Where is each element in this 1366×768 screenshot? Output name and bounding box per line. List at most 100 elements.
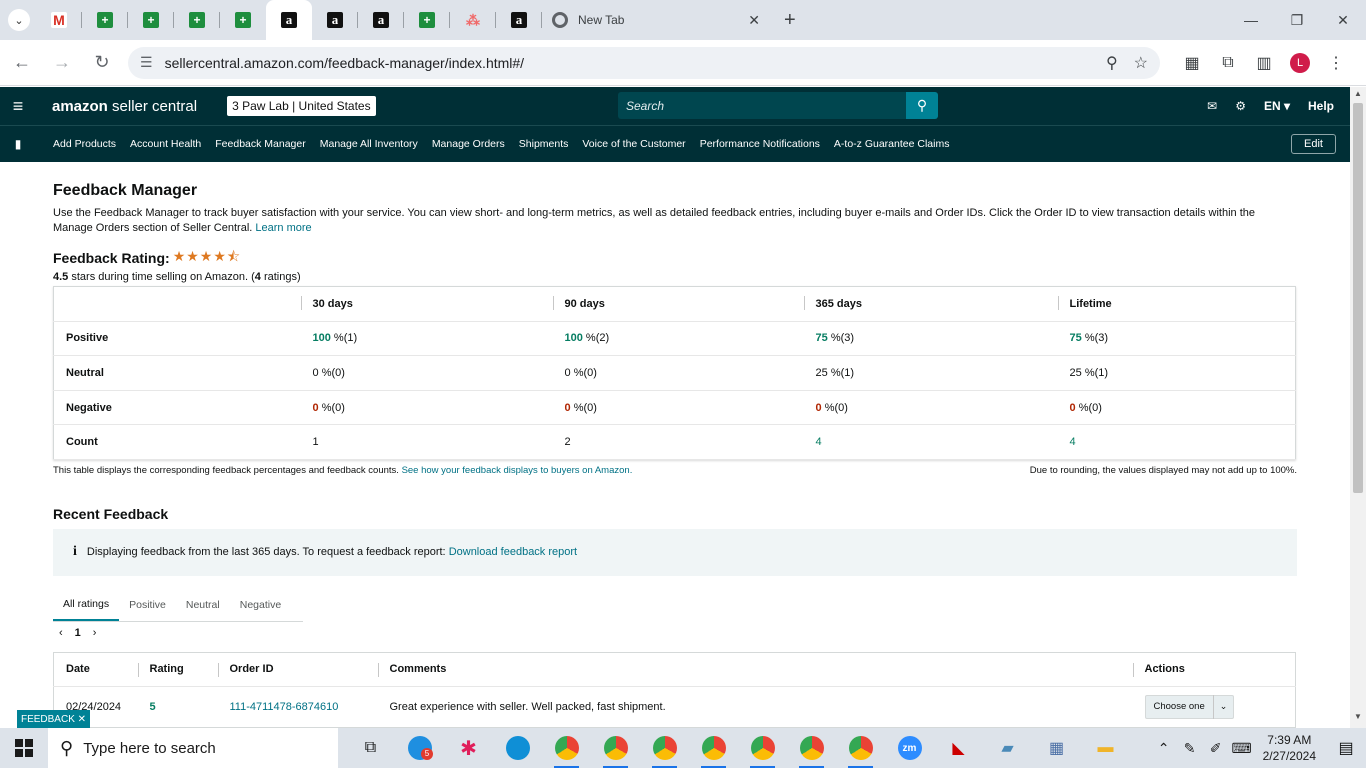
hamburger-menu-icon[interactable]: ≡ [0, 96, 36, 117]
stylus-icon[interactable]: ✐ [1203, 740, 1229, 757]
nav-item-performance-notifications[interactable]: Performance Notifications [700, 138, 820, 150]
seller-nav-bar: ▮ Add Products Account Health Feedback Man… [0, 125, 1350, 162]
edge-icon[interactable] [493, 728, 542, 768]
extensions-icon[interactable]: ⧉ [1210, 45, 1246, 81]
app-icon[interactable]: ◣ [934, 728, 983, 768]
feedback-button[interactable]: FEEDBACK ✕ [17, 710, 90, 728]
nav-item-add-products[interactable]: Add Products [53, 138, 116, 150]
task-view-icon[interactable]: ⧉ [346, 728, 395, 768]
store-selector[interactable]: 3 Paw Lab | United States [227, 96, 376, 116]
tab-neutral[interactable]: Neutral [176, 588, 230, 621]
browser-tab[interactable]: ⁂ [450, 0, 496, 40]
clock[interactable]: 7:39 AM 2/27/2024 [1263, 732, 1316, 764]
help-link[interactable]: Help [1308, 99, 1334, 113]
keyboard-icon[interactable]: ⌨ [1229, 740, 1255, 757]
restore-icon[interactable]: ❐ [1274, 0, 1320, 40]
mail-icon[interactable]: ✉ [1207, 99, 1217, 113]
chrome-profile-icon[interactable] [640, 728, 689, 768]
chrome-profile-icon[interactable] [591, 728, 640, 768]
new-tab-plus-icon[interactable]: + [784, 9, 796, 32]
browser-tab-bar: ⌄ M + + + + a a a + ⁂ a New Tab ✕ + — ❐ ✕ [0, 0, 1366, 40]
actions-dropdown[interactable]: Choose one ⌄ [1144, 694, 1235, 719]
tab-all-ratings[interactable]: All ratings [53, 588, 120, 622]
scrollbar-thumb[interactable] [1353, 103, 1363, 493]
windows-start-icon[interactable] [0, 739, 48, 757]
chrome-profile-icon[interactable] [689, 728, 738, 768]
current-page[interactable]: 1 [75, 627, 81, 639]
nav-item-a-to-z-guarantee-claims[interactable]: A-to-z Guarantee Claims [834, 138, 950, 150]
browser-tab[interactable]: + [220, 0, 266, 40]
close-tab-icon[interactable]: ✕ [748, 12, 760, 29]
forward-arrow-icon[interactable]: → [44, 45, 80, 81]
taskbar-search[interactable]: ⚲ Type here to search [48, 728, 338, 768]
profile-avatar[interactable]: L [1282, 45, 1318, 81]
reload-icon[interactable]: ↻ [84, 45, 120, 81]
browser-tab[interactable]: + [128, 0, 174, 40]
nav-item-account-health[interactable]: Account Health [130, 138, 201, 150]
table-header: Comments [377, 652, 1133, 687]
table-cell: 100 %(2) [552, 321, 804, 357]
table-cell: 25 %(1) [803, 355, 1058, 391]
back-arrow-icon[interactable]: ← [4, 45, 40, 81]
browser-tab[interactable]: a [312, 0, 358, 40]
file-explorer-icon[interactable]: ▬ [1081, 728, 1130, 768]
nav-item-shipments[interactable]: Shipments [519, 138, 569, 150]
seller-central-logo[interactable]: amazon seller central [52, 98, 197, 115]
browser-tab[interactable]: M [36, 0, 82, 40]
tab-search-chevron-icon[interactable]: ⌄ [8, 9, 30, 31]
bookmark-icon[interactable]: ▮ [0, 137, 36, 151]
url-text[interactable]: sellercentral.amazon.com/feedback-manage… [165, 55, 1090, 71]
gear-icon[interactable]: ⚙ [1235, 99, 1246, 113]
table-cell: 0 %(0) [552, 390, 804, 426]
tab-new-tab[interactable]: New Tab ✕ [542, 0, 770, 40]
tab-positive[interactable]: Positive [119, 588, 176, 621]
windows-taskbar: ⚲ Type here to search ⧉ 5 ✱ zm ◣ ▰ ▦ ▬ ⌃… [0, 728, 1366, 768]
tab-negative[interactable]: Negative [230, 588, 291, 621]
nav-item-feedback-manager[interactable]: Feedback Manager [215, 138, 305, 150]
learn-more-link[interactable]: Learn more [255, 222, 311, 234]
close-window-icon[interactable]: ✕ [1320, 0, 1366, 40]
browser-tab[interactable]: + [404, 0, 450, 40]
edit-nav-button[interactable]: Edit [1291, 134, 1336, 154]
chevron-up-icon[interactable]: ⌃ [1151, 740, 1177, 757]
browser-tab[interactable]: + [82, 0, 128, 40]
browser-tab[interactable]: a [496, 0, 542, 40]
chrome-profile-icon[interactable] [738, 728, 787, 768]
zoom-icon[interactable]: ⚲ [1106, 53, 1118, 73]
browser-tab[interactable]: a [266, 0, 312, 40]
nav-item-manage-all-inventory[interactable]: Manage All Inventory [320, 138, 418, 150]
scroll-up-icon[interactable]: ▲ [1350, 89, 1366, 103]
site-info-icon[interactable]: ☰ [140, 54, 153, 71]
download-report-link[interactable]: Download feedback report [449, 546, 577, 558]
scroll-down-icon[interactable]: ▼ [1350, 712, 1366, 726]
page-scrollbar[interactable]: ▲ ▼ [1350, 87, 1366, 728]
browser-tab[interactable]: + [174, 0, 220, 40]
side-panel-icon[interactable]: ▥ [1246, 45, 1282, 81]
notifications-icon[interactable]: ▤ [1326, 738, 1366, 758]
chrome-profile-icon[interactable] [787, 728, 836, 768]
nav-item-voice-of-the-customer[interactable]: Voice of the Customer [582, 138, 685, 150]
thunderbird-icon[interactable]: 5 [395, 728, 444, 768]
next-page-icon[interactable]: › [93, 627, 97, 639]
chrome-profile-icon[interactable] [542, 728, 591, 768]
buyer-view-link[interactable]: See how your feedback displays to buyers… [402, 465, 633, 476]
prev-page-icon[interactable]: ‹ [59, 627, 63, 639]
omnibox[interactable]: ☰ sellercentral.amazon.com/feedback-mana… [128, 46, 1160, 79]
nav-item-manage-orders[interactable]: Manage Orders [432, 138, 505, 150]
order-id-link[interactable]: 111-4711478-6874610 [230, 701, 339, 713]
chrome-profile-icon[interactable] [836, 728, 885, 768]
language-selector[interactable]: EN ▾ [1264, 99, 1290, 113]
bookmark-star-icon[interactable]: ☆ [1134, 53, 1148, 73]
slack-icon[interactable]: ✱ [444, 728, 493, 768]
search-icon[interactable]: ⚲ [906, 92, 938, 119]
browser-tab[interactable]: a [358, 0, 404, 40]
zoom-app-icon[interactable]: zm [885, 728, 934, 768]
minimize-icon[interactable]: — [1228, 0, 1274, 40]
pen-icon[interactable]: ✎ [1177, 740, 1203, 757]
app-icon[interactable]: ▰ [983, 728, 1032, 768]
calculator-icon[interactable]: ▦ [1032, 728, 1081, 768]
menu-kebab-icon[interactable]: ⋮ [1318, 45, 1354, 81]
qr-code-icon[interactable]: ▦ [1174, 45, 1210, 81]
search-input[interactable]: Search [618, 92, 906, 119]
row-label: Count [53, 424, 301, 460]
